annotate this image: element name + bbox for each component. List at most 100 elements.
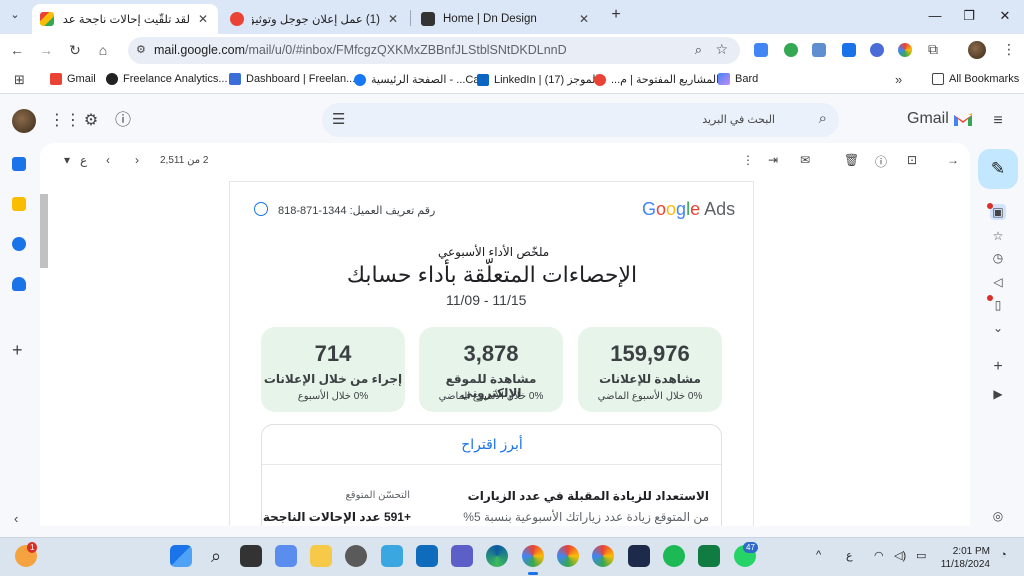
bookmark-mostaql[interactable]: المشاريع المفتوحة | م... xyxy=(594,73,719,86)
bookmark-star-icon[interactable]: ☆ xyxy=(715,41,728,58)
restore-window-icon[interactable]: ❐ xyxy=(960,8,978,24)
collapse-side-panel-chevron-icon[interactable]: ‹ xyxy=(14,511,18,526)
drafts-dot xyxy=(987,295,993,301)
bookmark-facebook-home[interactable]: Ca... - الصفحة الرئيسية xyxy=(354,73,479,86)
scrollbar-thumb[interactable] xyxy=(40,194,48,268)
security-shield-icon[interactable] xyxy=(275,545,297,567)
newer-chevron-icon[interactable]: › xyxy=(135,153,139,167)
starred-icon[interactable]: ☆ xyxy=(990,228,1006,244)
close-tab-icon[interactable]: ✕ xyxy=(386,12,400,26)
extensions-puzzle-icon[interactable]: ⧉ xyxy=(928,41,938,58)
snoozed-clock-icon[interactable]: ◷ xyxy=(990,250,1006,266)
chrome-profile-3-icon[interactable] xyxy=(592,545,614,567)
translate-extension-icon[interactable] xyxy=(754,43,768,57)
search-input[interactable]: البحث في البريد xyxy=(702,113,775,126)
back-arrow-icon[interactable]: ← xyxy=(8,41,26,59)
more-options-icon[interactable]: ⋮ xyxy=(742,153,754,167)
calendar-icon[interactable] xyxy=(12,157,26,171)
account-avatar[interactable] xyxy=(12,109,36,133)
close-tab-icon[interactable]: ✕ xyxy=(577,12,591,26)
taskbar-search-icon[interactable]: ⌕ xyxy=(205,545,227,567)
grammarly-extension-icon[interactable] xyxy=(784,43,798,57)
close-window-icon[interactable]: ✕ xyxy=(996,8,1014,24)
back-to-inbox-arrow-icon[interactable]: → xyxy=(947,153,959,167)
gemini-bulb-icon[interactable]: ◎ xyxy=(990,508,1006,524)
compose-pencil-icon[interactable]: ✎ xyxy=(978,149,1018,189)
reload-icon[interactable]: ↻ xyxy=(66,41,84,59)
new-tab-plus-icon[interactable]: + xyxy=(606,6,626,28)
profile-avatar-icon[interactable] xyxy=(968,41,986,59)
snowflake-extension-icon[interactable] xyxy=(870,43,884,57)
bookmark-linkedin[interactable]: LinkedIn | الموجز (17) xyxy=(477,73,599,86)
contacts-icon[interactable] xyxy=(12,277,26,291)
notification-bell-icon[interactable]: ◔ xyxy=(1000,549,1007,561)
move-to-folder-icon[interactable]: ⇥ xyxy=(768,153,778,167)
zoom-icon[interactable]: ⌕ xyxy=(695,42,702,58)
tab-search-chevron-icon[interactable]: ⌄ xyxy=(6,8,24,26)
settings-gear-icon[interactable]: ⚙ xyxy=(81,111,101,131)
tab-gmail[interactable]: لقد تلقّيت إحالات ناجحة عددها 95 ✕ xyxy=(32,4,218,34)
seo-extension-icon[interactable] xyxy=(812,43,826,57)
mail-search-bar[interactable]: ☰ البحث في البريد ⌕ xyxy=(322,103,839,137)
site-info-icon[interactable]: ⚙ xyxy=(136,43,146,56)
minimize-window-icon[interactable]: — xyxy=(926,8,944,23)
spotify-icon[interactable] xyxy=(663,545,685,567)
chrome-profile-2-icon[interactable] xyxy=(557,545,579,567)
bookmark-gmail[interactable]: Gmail xyxy=(50,73,96,85)
wifi-icon[interactable]: ◠ xyxy=(874,549,884,562)
bookmarks-overflow-icon[interactable]: » xyxy=(895,72,902,87)
obs-icon[interactable] xyxy=(345,545,367,567)
label-tag-icon[interactable]: ▶ xyxy=(990,386,1006,402)
stat-ad-views: 159,976 مشاهدة للإعلانات 0% خلال الأسبوع… xyxy=(578,327,722,412)
task-view-icon[interactable] xyxy=(240,545,262,567)
bookmark-freelance-analytics[interactable]: Freelance Analytics... xyxy=(106,73,228,85)
dual-app-icon[interactable] xyxy=(628,545,650,567)
get-addons-plus-icon[interactable]: + xyxy=(12,340,23,361)
help-icon[interactable]: ⓘ xyxy=(113,111,133,131)
more-chevron-down-icon[interactable]: ⌄ xyxy=(990,320,1006,336)
volume-icon[interactable]: ◁) xyxy=(894,549,906,562)
store-icon[interactable] xyxy=(381,545,403,567)
google-apps-grid-icon[interactable]: ⋮⋮ xyxy=(49,111,81,131)
input-tools-dropdown-icon[interactable]: ▾ xyxy=(64,153,70,167)
home-icon[interactable]: ⌂ xyxy=(94,41,112,59)
keep-icon[interactable] xyxy=(12,197,26,211)
gmail-logo[interactable]: Gmail xyxy=(907,110,973,128)
taskbar-clock[interactable]: 2:01 PM 11/18/2024 xyxy=(940,545,990,571)
teams-icon[interactable] xyxy=(451,545,473,567)
archive-icon[interactable]: ⊡ xyxy=(907,153,917,167)
battery-icon[interactable]: ▭ xyxy=(916,549,926,562)
mark-unread-icon[interactable]: ✉ xyxy=(800,153,810,167)
input-language-indicator[interactable]: ع xyxy=(846,549,853,562)
top-suggestion-title[interactable]: أبرز اقتراح xyxy=(461,436,523,453)
tray-chevron-up-icon[interactable]: ^ xyxy=(816,549,821,561)
address-bar[interactable]: ⚙ mail.google.com/mail/u/0/#inbox/FMfcgz… xyxy=(128,37,740,64)
delete-trash-icon[interactable]: 🗑 xyxy=(844,153,859,167)
browser-menu-icon[interactable]: ⋮ xyxy=(1002,41,1016,58)
tasks-icon[interactable] xyxy=(12,237,26,251)
report-spam-icon[interactable]: ⓘ xyxy=(875,153,887,170)
input-language-key[interactable]: ع xyxy=(80,153,87,167)
apps-grid-icon[interactable]: ⊞ xyxy=(14,72,25,88)
excel-icon[interactable] xyxy=(698,545,720,567)
chrome-icon[interactable] xyxy=(522,545,544,567)
chrome-extension-icon[interactable] xyxy=(898,43,912,57)
extension-icon[interactable] xyxy=(842,43,856,57)
close-tab-icon[interactable]: ✕ xyxy=(196,12,210,26)
edge-icon[interactable] xyxy=(486,545,508,567)
create-label-plus-icon[interactable]: + xyxy=(990,359,1006,375)
tab-dn-design[interactable]: Home | Dn Design ✕ xyxy=(413,4,599,34)
file-explorer-icon[interactable] xyxy=(310,545,332,567)
main-menu-hamburger-icon[interactable]: ≡ xyxy=(988,111,1008,131)
sent-icon[interactable]: ◁ xyxy=(990,274,1006,290)
all-bookmarks-folder[interactable]: All Bookmarks xyxy=(932,73,1019,85)
search-icon[interactable]: ⌕ xyxy=(819,110,827,127)
bookmark-dashboard[interactable]: Dashboard | Freelan... xyxy=(229,73,355,85)
search-options-tune-icon[interactable]: ☰ xyxy=(332,110,345,128)
outlook-icon[interactable] xyxy=(416,545,438,567)
forward-arrow-icon[interactable]: → xyxy=(37,41,55,59)
older-chevron-icon[interactable]: ‹ xyxy=(106,153,110,167)
bookmark-bard[interactable]: Bard xyxy=(718,73,758,85)
windows-start-icon[interactable] xyxy=(170,545,192,567)
tab-whatsapp-ad[interactable]: (1) عمل إعلان جوجل وتوثيق الواتـ ✕ xyxy=(222,4,408,34)
